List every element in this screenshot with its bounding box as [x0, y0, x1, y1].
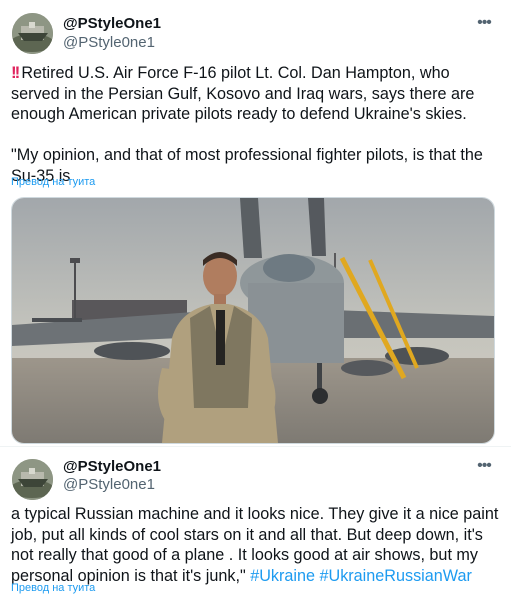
photo-illustration: [12, 198, 494, 443]
avatar[interactable]: [12, 13, 53, 54]
author-handle[interactable]: @PStyle0ne1: [63, 34, 155, 51]
tweet-photo[interactable]: [11, 197, 495, 444]
tweet[interactable]: @PStyleOne1 @PStyle0ne1 ••• a typical Ru…: [0, 446, 511, 601]
translate-link[interactable]: Превод на туита: [11, 582, 95, 594]
avatar[interactable]: [12, 459, 53, 500]
tweet-body: Retired U.S. Air Force F-16 pilot Lt. Co…: [11, 64, 483, 185]
more-options-icon[interactable]: •••: [475, 14, 493, 32]
tweet[interactable]: @PStyleOne1 @PStyle0ne1 ••• !! Retired U.…: [0, 0, 511, 446]
author-name[interactable]: @PStyleOne1: [63, 458, 161, 475]
hashtag-link[interactable]: #Ukraine: [250, 567, 315, 585]
more-options-icon[interactable]: •••: [475, 457, 493, 475]
hashtag-link[interactable]: #UkraineRussianWar: [320, 567, 472, 585]
translate-link[interactable]: Превод на туита: [11, 176, 95, 188]
double-exclamation-icon: !!: [11, 63, 20, 82]
author-name[interactable]: @PStyleOne1: [63, 15, 161, 32]
tweet-text: a typical Russian machine and it looks n…: [11, 504, 501, 586]
tweet-text: !! Retired U.S. Air Force F-16 pilot Lt. …: [11, 63, 501, 186]
author-handle[interactable]: @PStyle0ne1: [63, 476, 155, 493]
